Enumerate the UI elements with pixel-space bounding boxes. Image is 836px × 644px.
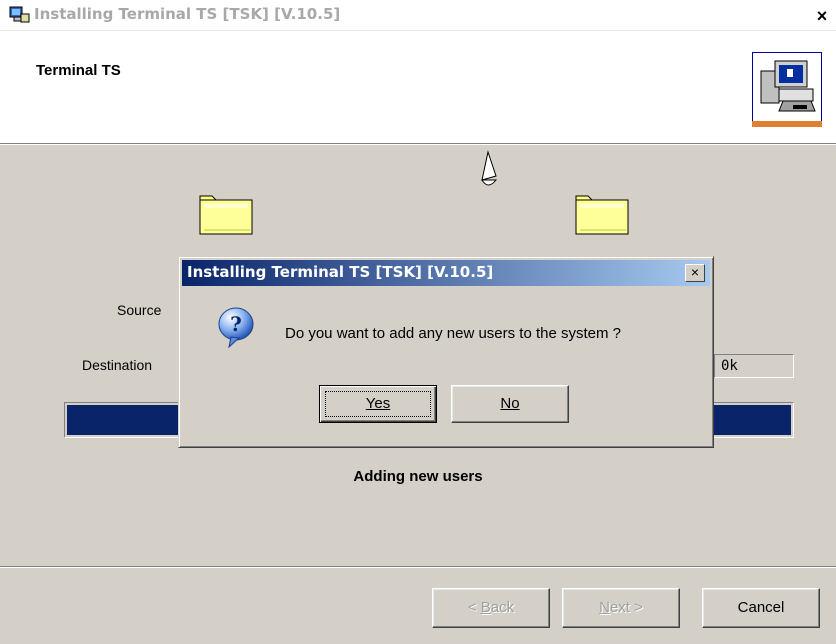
app-installer-icon <box>9 6 30 23</box>
wizard-logo-stripe <box>752 121 822 127</box>
back-button[interactable]: < Back <box>432 588 550 628</box>
destination-size-field: 0k <box>714 354 794 378</box>
next-button-label: Next > <box>599 599 643 616</box>
next-button[interactable]: Next > <box>562 588 680 628</box>
mnemonic-letter: N <box>599 599 610 616</box>
wizard-logo <box>752 52 822 122</box>
yes-button[interactable]: Yes <box>319 385 437 423</box>
destination-size-value: 0k <box>721 358 738 374</box>
mnemonic-letter: B <box>480 599 491 616</box>
yes-focus-rect <box>325 391 431 417</box>
wizard-header-title: Terminal TS <box>36 62 121 79</box>
back-button-label: < Back <box>467 599 515 616</box>
wizard-header-band <box>0 31 836 144</box>
main-window-title: Installing Terminal TS [TSK] [V.10.5] <box>34 5 341 23</box>
dialog-close-button[interactable]: × <box>685 264 705 282</box>
destination-label: Destination <box>82 357 153 373</box>
main-close-button[interactable]: × <box>813 7 831 25</box>
dialog-message: Do you want to add any new users to the … <box>285 325 622 342</box>
dialog-title-bar[interactable]: Installing Terminal TS [TSK] [V.10.5] × <box>182 260 710 286</box>
no-button-label: No <box>500 395 520 412</box>
install-status-text: Adding new users <box>353 468 483 485</box>
cancel-button[interactable]: Cancel <box>702 588 820 628</box>
source-label: Source <box>117 302 162 318</box>
footer-separator-highlight <box>0 567 836 568</box>
flying-document-icon <box>481 150 498 186</box>
dialog-title: Installing Terminal TS [TSK] [V.10.5] <box>187 263 494 281</box>
confirm-dialog: Installing Terminal TS [TSK] [V.10.5] × … <box>178 256 714 448</box>
computer-setup-icon <box>760 60 816 112</box>
no-button[interactable]: No <box>451 385 569 423</box>
source-folder-icon <box>199 195 253 235</box>
destination-folder-icon <box>575 195 629 235</box>
svg-text:?: ? <box>230 312 242 336</box>
question-bubble-icon: ? <box>218 307 254 349</box>
